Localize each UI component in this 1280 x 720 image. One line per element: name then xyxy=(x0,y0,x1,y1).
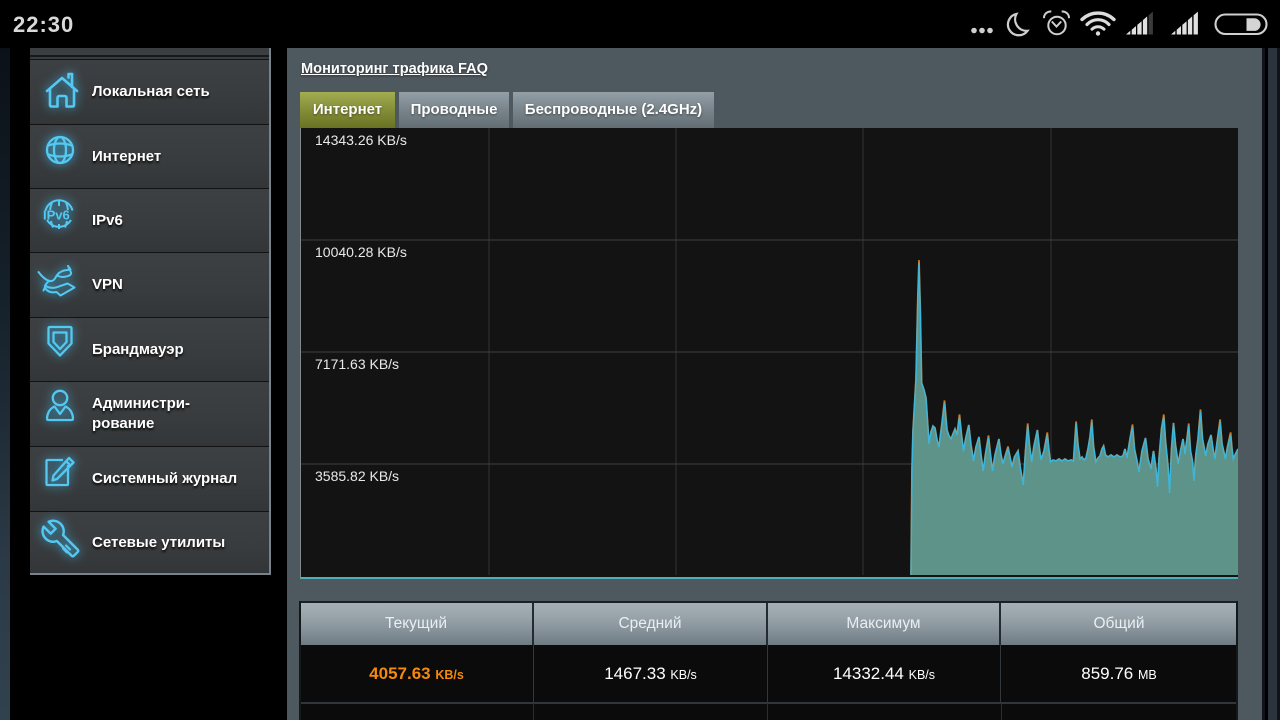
svg-text:IPv6: IPv6 xyxy=(43,208,70,223)
